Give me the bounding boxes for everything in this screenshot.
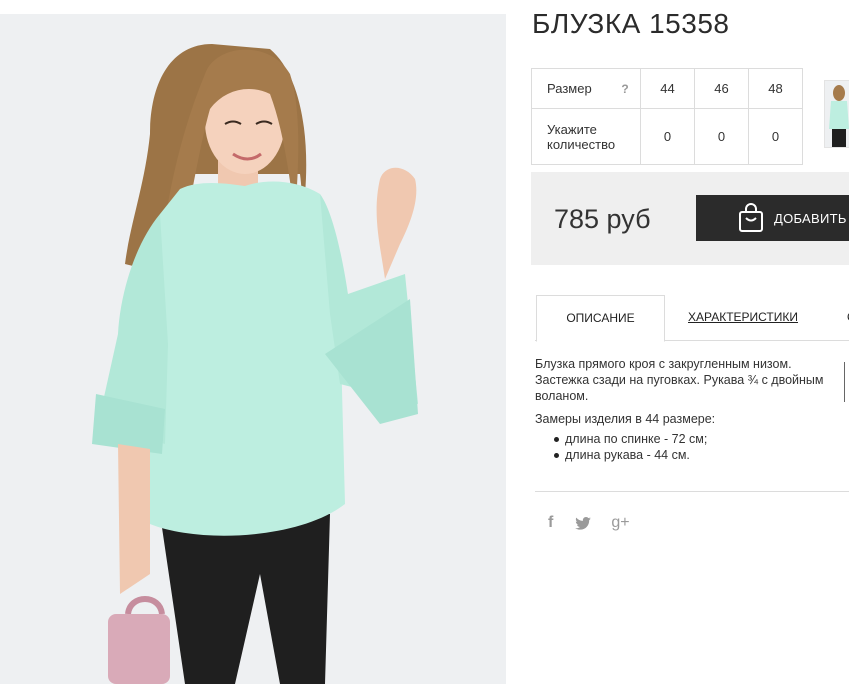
measurements-list: длина по спинке - 72 см; длина рукава - … [535,431,845,463]
product-photo-illustration [0,14,506,684]
quantity-label-cell: Укажите количество [531,108,641,165]
tab-characteristics[interactable]: ХАРАКТЕРИСТИКИ [688,295,798,340]
description-panel: Блузка прямого кроя с закругленным низом… [535,356,845,463]
size-option-48: 48 [748,68,803,109]
facebook-icon[interactable]: f [548,514,553,532]
social-share: f g+ [548,514,630,532]
product-price: 785 руб [554,204,651,234]
product-tabs: ОПИСАНИЕ ХАРАКТЕРИСТИКИ О [535,295,849,342]
add-to-cart-button[interactable]: ДОБАВИТЬ [696,195,849,241]
measurement-item: длина рукава - 44 см. [554,447,845,463]
measurements-title: Замеры изделия в 44 размере: [535,412,716,426]
add-to-cart-label: ДОБАВИТЬ [774,210,847,226]
size-label-cell: Размер ? [531,68,641,109]
size-row: Размер ? 44 46 48 [531,68,803,109]
shopping-bag-icon [738,203,764,233]
quantity-row: Укажите количество 0 0 0 [531,108,803,165]
description-text: Блузка прямого кроя с закругленным низом… [535,357,824,403]
twitter-icon[interactable] [575,516,592,530]
google-plus-icon[interactable]: g+ [611,514,629,532]
quantity-label-line2: количество [547,136,616,152]
scrollbar[interactable] [844,362,845,402]
thumbnail-image [825,81,849,147]
size-option-44: 44 [640,68,695,109]
quantity-input-46[interactable]: 0 [694,108,749,165]
product-photo[interactable] [0,14,506,684]
product-thumbnail[interactable] [824,80,849,148]
tab-description[interactable]: ОПИСАНИЕ [536,295,665,342]
product-title: БЛУЗКА 15358 [532,8,730,39]
measurement-item: длина по спинке - 72 см; [554,431,845,447]
quantity-label-line1: Укажите [547,121,597,137]
size-table: Размер ? 44 46 48 Укажите количество 0 0… [531,68,803,165]
quantity-input-44[interactable]: 0 [640,108,695,165]
size-option-46: 46 [694,68,749,109]
divider [535,491,849,492]
size-label: Размер [547,81,592,96]
size-help-icon[interactable]: ? [621,82,628,96]
price-box: 785 руб ДОБАВИТЬ [531,172,849,265]
quantity-input-48[interactable]: 0 [748,108,803,165]
